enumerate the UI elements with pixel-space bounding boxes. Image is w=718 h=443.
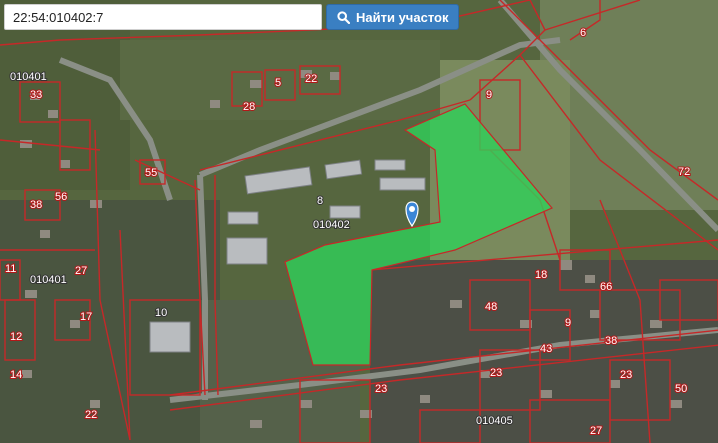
lot-number: 5 [275,77,281,89]
cadastral-number-input[interactable] [4,4,322,30]
lot-number: 23 [490,367,502,379]
lot-number: 14 [10,369,22,381]
lot-number: 48 [485,301,497,313]
lot-number: 23 [620,369,632,381]
parcel-label: 010402 [313,219,350,231]
lot-number: 50 [675,383,687,395]
lot-number: 33 [30,89,42,101]
lot-number: 38 [30,199,42,211]
lot-number: 23 [375,383,387,395]
block-label-5: 10 [155,307,167,319]
lot-number: 9 [486,89,492,101]
lot-number: 55 [145,167,157,179]
search-bar: Найти участок [0,4,460,30]
lot-number: 27 [75,265,87,277]
lot-number: 43 [540,343,552,355]
search-icon [337,10,350,24]
lot-number: 28 [243,101,255,113]
lot-number: 66 [600,281,612,293]
lot-number: 6 [580,27,586,39]
find-parcel-label: Найти участок [356,9,449,25]
block-label-1: 010401 [10,71,47,83]
lot-number: 72 [678,166,690,178]
find-parcel-button[interactable]: Найти участок [326,4,460,30]
block-label-3: 010405 [476,415,513,427]
block-label-4: 8 [317,195,323,207]
lot-number: 9 [565,317,571,329]
block-label-2: 010401 [30,274,67,286]
lot-number: 38 [605,335,617,347]
lot-number: 18 [535,269,547,281]
satellite-map[interactable]: 010402 010401 010401 010405 8 10 33 28 2… [0,0,718,443]
lot-number: 17 [80,311,92,323]
lot-number: 11 [5,263,16,275]
lot-number: 56 [55,191,67,203]
lot-number: 22 [305,73,317,85]
lot-number: 22 [85,409,97,421]
lot-number: 27 [590,425,602,437]
lot-number: 12 [10,331,22,343]
